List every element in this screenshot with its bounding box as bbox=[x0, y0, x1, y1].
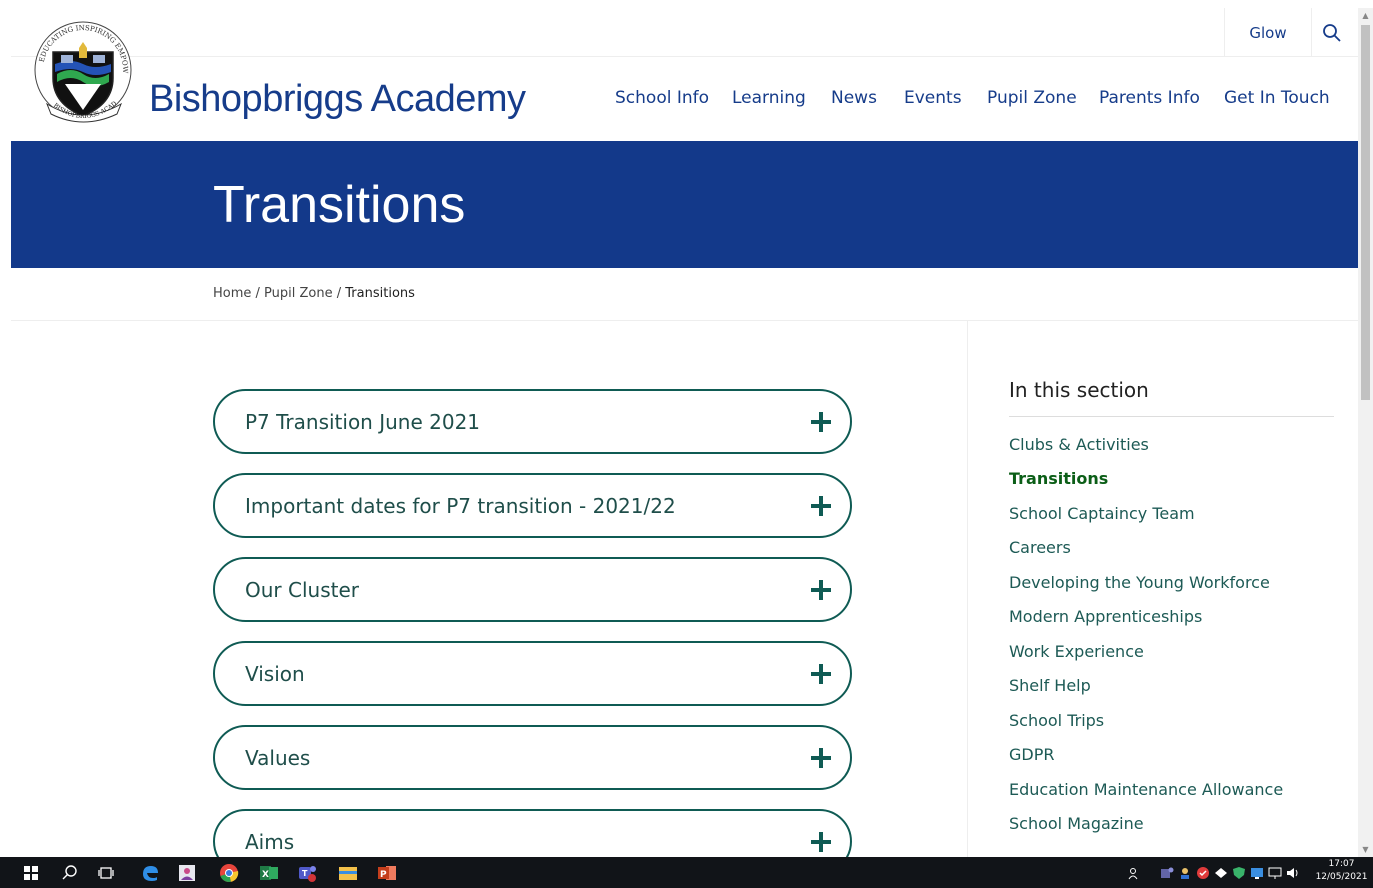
svg-text:X: X bbox=[262, 870, 269, 880]
nav-school-info[interactable]: School Info bbox=[615, 88, 709, 108]
sidebar-divider bbox=[967, 320, 968, 857]
scroll-down-arrow-icon[interactable]: ▼ bbox=[1358, 842, 1373, 857]
accordion-label: Values bbox=[245, 745, 311, 770]
sidebar-link-modern-apprenticeships[interactable]: Modern Apprenticeships bbox=[1009, 607, 1202, 626]
accordion-label: Important dates for P7 transition - 2021… bbox=[245, 493, 676, 518]
nav-get-in-touch[interactable]: Get In Touch bbox=[1224, 88, 1330, 108]
breadcrumb: Home / Pupil Zone / Transitions bbox=[213, 286, 415, 301]
plus-icon bbox=[811, 748, 831, 768]
glow-link[interactable]: Glow bbox=[1224, 8, 1312, 57]
divider bbox=[11, 320, 1358, 321]
dropbox-tray-icon[interactable] bbox=[1214, 866, 1228, 880]
scroll-thumb[interactable] bbox=[1361, 25, 1370, 400]
display-tray-icon[interactable] bbox=[1268, 866, 1282, 880]
teams-icon[interactable]: T bbox=[297, 862, 319, 884]
chrome-icon[interactable] bbox=[218, 862, 240, 884]
page-banner: Transitions bbox=[11, 141, 1358, 268]
accordion-label: Our Cluster bbox=[245, 577, 359, 602]
accordion-label: P7 Transition June 2021 bbox=[245, 409, 481, 434]
sidebar-title: In this section bbox=[1009, 378, 1149, 402]
accordion-item-values[interactable]: Values bbox=[213, 725, 852, 790]
plus-icon bbox=[811, 664, 831, 684]
task-view-icon[interactable] bbox=[95, 862, 117, 884]
windows-start-icon[interactable] bbox=[20, 862, 42, 884]
teams-tray-icon[interactable] bbox=[1160, 866, 1174, 880]
edge-icon[interactable] bbox=[139, 862, 161, 884]
user-tray-icon[interactable] bbox=[1178, 866, 1192, 880]
nav-news[interactable]: News bbox=[831, 88, 877, 108]
network-tray-icon[interactable] bbox=[1250, 866, 1264, 880]
breadcrumb-current: Transitions bbox=[345, 286, 415, 301]
svg-text:P: P bbox=[380, 870, 387, 880]
volume-tray-icon[interactable] bbox=[1286, 866, 1300, 880]
accordion-label: Vision bbox=[245, 661, 305, 686]
powerpoint-icon[interactable]: P bbox=[376, 862, 398, 884]
site-name[interactable]: Bishopbriggs Academy bbox=[149, 78, 526, 121]
sidebar-link-shelf-help[interactable]: Shelf Help bbox=[1009, 676, 1091, 695]
accordion-item-aims[interactable]: Aims bbox=[213, 809, 852, 857]
breadcrumb-pupil-zone[interactable]: Pupil Zone bbox=[264, 286, 333, 301]
search-button[interactable] bbox=[1314, 18, 1350, 48]
sidebar-link-school-captaincy-team[interactable]: School Captaincy Team bbox=[1009, 504, 1195, 523]
breadcrumb-separator: / bbox=[332, 286, 346, 301]
vertical-scrollbar[interactable]: ▲ ▼ bbox=[1358, 8, 1373, 857]
breadcrumb-separator: / bbox=[251, 286, 265, 301]
sidebar-link-school-trips[interactable]: School Trips bbox=[1009, 711, 1104, 730]
sidebar-link-transitions[interactable]: Transitions bbox=[1009, 469, 1108, 488]
school-crest-logo[interactable]: EDUCATING INSPIRING EMPOWERING BISHOPBRI… bbox=[31, 12, 135, 128]
accordion-item-our-cluster[interactable]: Our Cluster bbox=[213, 557, 852, 622]
plus-icon bbox=[811, 580, 831, 600]
sidebar-link-developing-young-workforce[interactable]: Developing the Young Workforce bbox=[1009, 573, 1270, 592]
plus-icon bbox=[811, 496, 831, 516]
page-title: Transitions bbox=[213, 176, 466, 234]
breadcrumb-home[interactable]: Home bbox=[213, 286, 251, 301]
nav-events[interactable]: Events bbox=[904, 88, 962, 108]
scroll-up-arrow-icon[interactable]: ▲ bbox=[1358, 8, 1373, 23]
accordion-label: Aims bbox=[245, 829, 295, 854]
search-icon[interactable] bbox=[59, 862, 81, 884]
accordion-item-important-dates[interactable]: Important dates for P7 transition - 2021… bbox=[213, 473, 852, 538]
plus-icon bbox=[811, 412, 831, 432]
antivirus-tray-icon[interactable] bbox=[1196, 866, 1210, 880]
sidebar-link-careers[interactable]: Careers bbox=[1009, 538, 1071, 557]
nav-learning[interactable]: Learning bbox=[732, 88, 806, 108]
sidebar-link-clubs-activities[interactable]: Clubs & Activities bbox=[1009, 435, 1149, 454]
file-explorer-icon[interactable] bbox=[337, 862, 359, 884]
nav-parents-info[interactable]: Parents Info bbox=[1099, 88, 1200, 108]
clock-date: 12/05/2021 bbox=[1315, 872, 1368, 882]
excel-icon[interactable]: X bbox=[258, 862, 280, 884]
search-icon bbox=[1323, 24, 1341, 42]
plus-icon bbox=[811, 832, 831, 852]
sidebar-link-ema[interactable]: Education Maintenance Allowance bbox=[1009, 780, 1283, 799]
accordion-item-p7-transition[interactable]: P7 Transition June 2021 bbox=[213, 389, 852, 454]
accordion-item-vision[interactable]: Vision bbox=[213, 641, 852, 706]
security-tray-icon[interactable] bbox=[1232, 866, 1246, 880]
browser-page: Glow EDUCATING INSPIRING EMPOWERING BISH… bbox=[11, 8, 1358, 857]
people-tray-icon[interactable] bbox=[1128, 866, 1142, 880]
utility-bar: Glow bbox=[11, 8, 1358, 57]
nav-pupil-zone[interactable]: Pupil Zone bbox=[987, 88, 1077, 108]
sidebar-link-school-magazine[interactable]: School Magazine bbox=[1009, 814, 1144, 833]
sidebar-link-work-experience[interactable]: Work Experience bbox=[1009, 642, 1144, 661]
sidebar-link-gdpr[interactable]: GDPR bbox=[1009, 745, 1054, 764]
clock-time: 17:07 bbox=[1328, 859, 1355, 869]
svg-text:T: T bbox=[302, 869, 308, 878]
taskbar-clock[interactable]: 17:07 12/05/2021 bbox=[1310, 858, 1373, 884]
sidebar-rule bbox=[1009, 416, 1334, 417]
people-app-icon[interactable] bbox=[176, 862, 198, 884]
